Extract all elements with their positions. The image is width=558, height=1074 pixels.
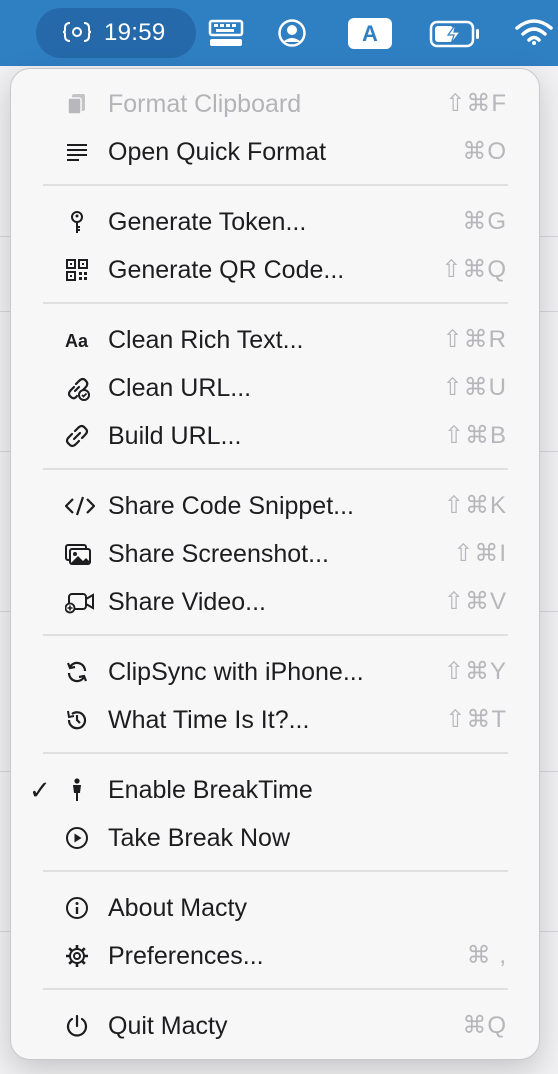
menu-item-clean-url[interactable]: Clean URL... ⇧⌘U <box>11 364 539 412</box>
code-icon <box>65 494 95 518</box>
battery-icon[interactable] <box>429 20 481 48</box>
wifi-icon[interactable] <box>515 18 553 46</box>
menu-item-label: Open Quick Format <box>108 138 327 166</box>
menu-item-label: Generate Token... <box>108 208 307 236</box>
menu-item-format-clipboard: Format Clipboard ⇧⌘F <box>11 80 539 128</box>
menu-item-shortcut: ⇧⌘B <box>443 422 507 449</box>
link-icon <box>65 424 89 448</box>
menu-item-label: Share Screenshot... <box>108 540 329 568</box>
menu-separator <box>43 752 508 754</box>
menu-item-shortcut: ⌘ , <box>466 942 507 969</box>
menu-item-clipsync-with-iphone[interactable]: ClipSync with iPhone... ⇧⌘Y <box>11 648 539 696</box>
menu-item-shortcut: ⇧⌘V <box>443 588 507 615</box>
link-clean-icon <box>65 376 90 401</box>
menu-item-generate-qr-code[interactable]: Generate QR Code... ⇧⌘Q <box>11 246 539 294</box>
menu-item-shortcut: ⇧⌘I <box>453 540 507 567</box>
menu-item-take-break-now[interactable]: Take Break Now <box>11 814 539 862</box>
svg-text:Aa: Aa <box>65 331 89 351</box>
menu-item-what-time-is-it[interactable]: What Time Is It?... ⇧⌘T <box>11 696 539 744</box>
menu-item-label: Clean Rich Text... <box>108 326 304 354</box>
keyboard-icon[interactable] <box>208 19 246 49</box>
menu-item-shortcut: ⌘Q <box>462 1012 507 1039</box>
menu-item-share-video[interactable]: Share Video... ⇧⌘V <box>11 578 539 626</box>
screenshot-icon <box>65 542 91 566</box>
menu-separator <box>43 184 508 186</box>
menu-item-shortcut: ⇧⌘F <box>445 90 507 117</box>
menu-item-label: Format Clipboard <box>108 90 302 118</box>
menu-item-label: What Time Is It?... <box>108 706 310 734</box>
play-circle-icon <box>65 826 89 850</box>
menu-item-shortcut: ⇧⌘Y <box>443 658 507 685</box>
clipsync-icon <box>62 20 92 44</box>
checkmark-icon: ✓ <box>29 775 51 805</box>
menu-item-enable-breaktime[interactable]: ✓ Enable BreakTime <box>11 766 539 814</box>
menu-bar: 19:59 A <box>0 0 558 66</box>
menu-item-label: Preferences... <box>108 942 264 970</box>
gear-icon <box>65 944 89 968</box>
menu-item-shortcut: ⇧⌘T <box>445 706 507 733</box>
clipboard-icon <box>65 92 89 116</box>
menu-item-label: About Macty <box>108 894 247 922</box>
user-icon[interactable] <box>277 18 307 48</box>
video-icon <box>65 590 94 614</box>
menu-item-label: Clean URL... <box>108 374 252 402</box>
menu-item-shortcut: ⌘O <box>462 138 507 165</box>
menu-item-label: Take Break Now <box>108 824 291 852</box>
macty-dropdown-menu: Format Clipboard ⇧⌘F Open Quick Format ⌘… <box>10 68 540 1060</box>
menu-item-shortcut: ⇧⌘K <box>443 492 507 519</box>
person-icon <box>65 778 89 802</box>
menu-item-label: Share Video... <box>108 588 266 616</box>
info-icon <box>65 896 89 920</box>
text-format-icon: Aa <box>65 328 89 352</box>
menubar-clock: 19:59 <box>104 19 166 46</box>
clipsync-clock-widget[interactable]: 19:59 <box>36 8 196 58</box>
key-icon <box>65 210 89 234</box>
menu-separator <box>43 302 508 304</box>
menu-item-generate-token[interactable]: Generate Token... ⌘G <box>11 198 539 246</box>
qr-code-icon <box>65 258 89 282</box>
menu-item-label: Enable BreakTime <box>108 776 313 804</box>
menu-item-shortcut: ⇧⌘R <box>442 326 507 353</box>
menu-item-label: Generate QR Code... <box>108 256 345 284</box>
menu-item-label: Quit Macty <box>108 1012 228 1040</box>
menu-item-share-screenshot[interactable]: Share Screenshot... ⇧⌘I <box>11 530 539 578</box>
input-source-icon[interactable]: A <box>348 18 392 49</box>
sync-icon <box>65 660 89 684</box>
time-history-icon <box>65 708 89 732</box>
menu-separator <box>43 468 508 470</box>
text-lines-icon <box>65 140 89 164</box>
menu-item-share-code-snippet[interactable]: Share Code Snippet... ⇧⌘K <box>11 482 539 530</box>
power-icon <box>65 1014 89 1038</box>
menu-item-shortcut: ⌘G <box>462 208 507 235</box>
menu-item-label: ClipSync with iPhone... <box>108 658 364 686</box>
menu-item-build-url[interactable]: Build URL... ⇧⌘B <box>11 412 539 460</box>
menu-separator <box>43 870 508 872</box>
menu-item-label: Share Code Snippet... <box>108 492 354 520</box>
menu-separator <box>43 634 508 636</box>
menu-item-open-quick-format[interactable]: Open Quick Format ⌘O <box>11 128 539 176</box>
menu-item-label: Build URL... <box>108 422 242 450</box>
menu-item-quit-macty[interactable]: Quit Macty ⌘Q <box>11 1002 539 1050</box>
menu-item-clean-rich-text[interactable]: Aa Clean Rich Text... ⇧⌘R <box>11 316 539 364</box>
menu-item-shortcut: ⇧⌘U <box>442 374 507 401</box>
menu-item-shortcut: ⇧⌘Q <box>441 256 507 283</box>
menu-separator <box>43 988 508 990</box>
menu-item-preferences[interactable]: Preferences... ⌘ , <box>11 932 539 980</box>
menu-item-about-macty[interactable]: About Macty <box>11 884 539 932</box>
